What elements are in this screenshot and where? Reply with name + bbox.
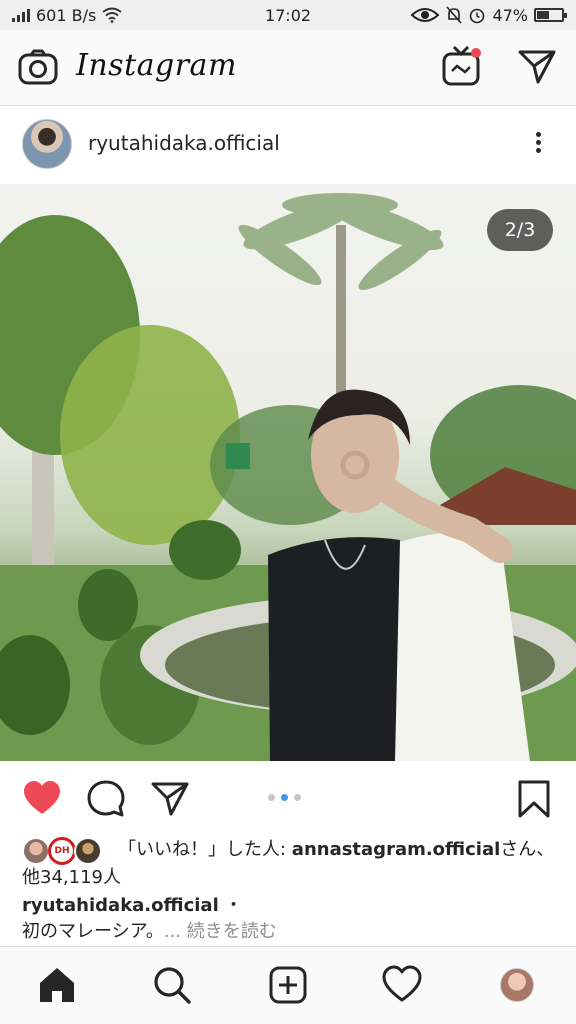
caption-username[interactable]: ryutahidaka.official bbox=[22, 895, 219, 916]
camera-icon[interactable] bbox=[18, 48, 58, 88]
liker-avatar bbox=[22, 837, 50, 865]
wifi-icon bbox=[102, 7, 122, 23]
caption-text: 初のマレーシア。 bbox=[22, 921, 164, 942]
search-icon[interactable] bbox=[152, 965, 192, 1005]
notification-dot bbox=[471, 48, 481, 58]
post-author-avatar[interactable] bbox=[22, 119, 72, 169]
status-bar: 601 B/s 17:02 47% bbox=[0, 0, 576, 30]
carousel-indicator bbox=[268, 794, 301, 801]
post-author-username[interactable]: ryutahidaka.official bbox=[88, 131, 280, 155]
post-actions bbox=[0, 761, 576, 833]
post-caption: ryutahidaka.official ・ 初のマレーシア。... 続きを読む bbox=[22, 893, 562, 945]
network-speed: 601 B/s bbox=[36, 5, 97, 25]
photo-scene bbox=[0, 193, 576, 761]
app-header: Instagram bbox=[0, 30, 576, 106]
liker-avatar bbox=[74, 837, 102, 865]
alarm-icon bbox=[470, 8, 485, 24]
eye-icon bbox=[410, 8, 440, 22]
bottom-nav bbox=[0, 946, 576, 1024]
carousel-dot bbox=[294, 794, 301, 801]
comment-icon[interactable] bbox=[86, 779, 126, 819]
image-counter: 2/3 bbox=[487, 209, 553, 251]
battery-percent: 47% bbox=[492, 5, 528, 25]
status-right: 47% bbox=[410, 5, 567, 25]
home-icon[interactable] bbox=[37, 965, 77, 1005]
share-icon[interactable] bbox=[150, 779, 190, 819]
status-time: 17:02 bbox=[264, 5, 312, 25]
bookmark-icon[interactable] bbox=[514, 779, 554, 819]
carousel-dot-active bbox=[281, 794, 288, 801]
direct-message-icon[interactable] bbox=[516, 46, 558, 88]
liker-avatars[interactable]: DH bbox=[22, 835, 104, 865]
post-photo[interactable]: 2/3 bbox=[0, 185, 576, 761]
read-more-link[interactable]: ... 続きを読む bbox=[164, 921, 277, 942]
liker-username[interactable]: annastagram.official bbox=[292, 839, 501, 860]
caption-separator: ・ bbox=[218, 895, 243, 916]
battery-icon bbox=[534, 8, 567, 22]
add-post-icon[interactable] bbox=[268, 965, 308, 1005]
status-left: 601 B/s bbox=[12, 6, 122, 25]
notifications-off-icon bbox=[446, 6, 463, 24]
heart-icon[interactable] bbox=[22, 779, 62, 819]
liker-avatar-badge: DH bbox=[48, 837, 76, 865]
carousel-dot bbox=[268, 794, 275, 801]
profile-avatar[interactable] bbox=[500, 968, 534, 1002]
activity-heart-icon[interactable] bbox=[382, 965, 422, 1005]
post-header: ryutahidaka.official bbox=[0, 107, 576, 185]
likes-prefix: 「いいね！」した人: bbox=[118, 839, 292, 860]
instagram-logo[interactable]: Instagram bbox=[76, 48, 237, 83]
signal-icon bbox=[12, 8, 30, 22]
more-options-icon[interactable] bbox=[526, 129, 550, 163]
igtv-icon[interactable] bbox=[442, 44, 484, 88]
likes-summary: DH 「いいね！」した人: annastagram.officialさん、他34… bbox=[22, 835, 562, 891]
